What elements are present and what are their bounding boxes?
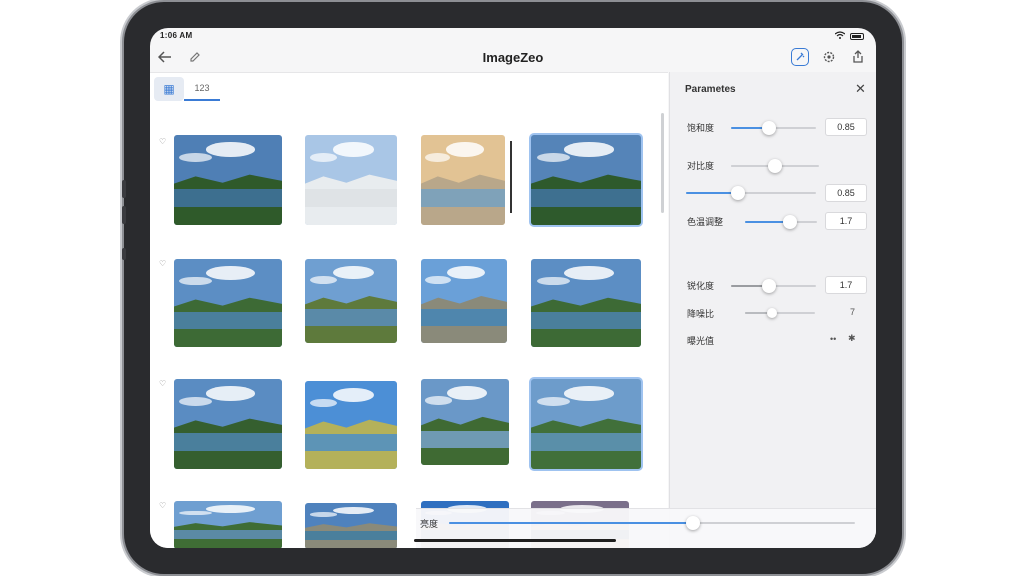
slider-thumb[interactable] [762,279,777,293]
tab-count[interactable]: 123 [184,77,220,101]
photo-thumbnail[interactable] [421,379,509,465]
sharpness-value[interactable]: 1.7 [825,276,867,294]
settings-gear-icon[interactable] [820,48,838,66]
photo-thumbnail[interactable] [421,135,505,225]
close-icon[interactable]: ✕ [855,81,866,97]
temperature-slider[interactable] [745,215,817,229]
photo-thumbnail[interactable] [531,259,641,347]
share-icon[interactable] [849,48,867,66]
contrast-value[interactable]: 0.85 [825,184,867,202]
param-label: 降噪比 [687,309,715,319]
param-label: 锐化度 [687,281,715,291]
slider-thumb[interactable] [731,186,745,200]
slider-thumb[interactable] [766,308,777,318]
row-favorite-icon[interactable]: ♡ [159,259,166,268]
saturation-slider[interactable] [731,121,816,135]
slider-thumb[interactable] [782,215,797,229]
brightness-label: 亮度 [420,519,439,529]
contrast-slider[interactable] [731,159,819,173]
photo-thumbnail[interactable] [531,135,641,225]
photo-thumbnail[interactable] [174,501,282,548]
exposure-value: •• [830,334,837,344]
param-label: 曝光值 [687,336,715,346]
slider-thumb[interactable] [768,159,782,173]
app-title: ImageZeo [482,50,544,65]
status-time: 1:06 AM [160,31,193,40]
nav-bar: ImageZeo [150,42,876,72]
tab-grid[interactable]: ▦ [154,77,184,101]
panel-title: Parametes [685,84,736,95]
volume-up-button [122,180,126,198]
photo-thumbnail[interactable] [174,379,282,469]
saturation-value[interactable]: 0.85 [825,118,867,136]
bug-icon[interactable]: ✱ [848,333,856,344]
grid-view-icon: ▦ [163,82,175,96]
photo-thumbnail[interactable] [305,259,397,343]
row-favorite-icon[interactable]: ♡ [159,501,166,510]
magic-enhance-icon[interactable] [791,48,809,66]
parameters-panel: Parametes ✕ 饱和度 0.85 对比度 0.85 色温调整 1.7 锐… [669,72,876,548]
brightness-slider[interactable] [449,516,855,530]
home-indicator [414,539,616,542]
param-label: 饱和度 [687,123,715,133]
slider-thumb[interactable] [762,121,777,135]
volume-down-button [122,206,126,224]
gallery-pane: ▦ 123 ♡ ♡ ♡ ♡ [150,72,668,548]
bottom-adjust-bar: 亮度 [416,508,876,548]
row-favorite-icon[interactable]: ♡ [159,137,166,146]
photo-thumbnail[interactable] [421,259,507,343]
photo-thumbnail[interactable] [305,381,397,469]
sharpness-slider[interactable] [731,279,816,293]
photo-thumbnail[interactable] [174,259,282,347]
photo-thumbnail[interactable] [305,135,397,225]
param-label: 对比度 [687,161,715,171]
photo-thumbnail[interactable] [305,503,397,548]
status-bar: 1:06 AM [150,28,876,42]
wifi-icon [834,31,846,41]
photo-thumbnail[interactable] [531,379,641,469]
side-button [122,248,126,260]
denoise-slider[interactable] [745,308,815,318]
temperature-value[interactable]: 1.7 [825,212,867,230]
drag-divider [510,141,512,213]
contrast-fine-slider[interactable] [686,186,816,200]
row-favorite-icon[interactable]: ♡ [159,379,166,388]
param-label: 色温调整 [687,217,724,227]
battery-icon [850,32,864,40]
photo-thumbnail[interactable] [174,135,282,225]
screen: 1:06 AM ImageZeo ▦ 123 ♡ ♡ ♡ ♡ Parametes… [150,28,876,548]
slider-thumb[interactable] [685,516,700,530]
denoise-value: 7 [850,307,856,317]
gallery-scrollbar[interactable] [661,113,664,213]
